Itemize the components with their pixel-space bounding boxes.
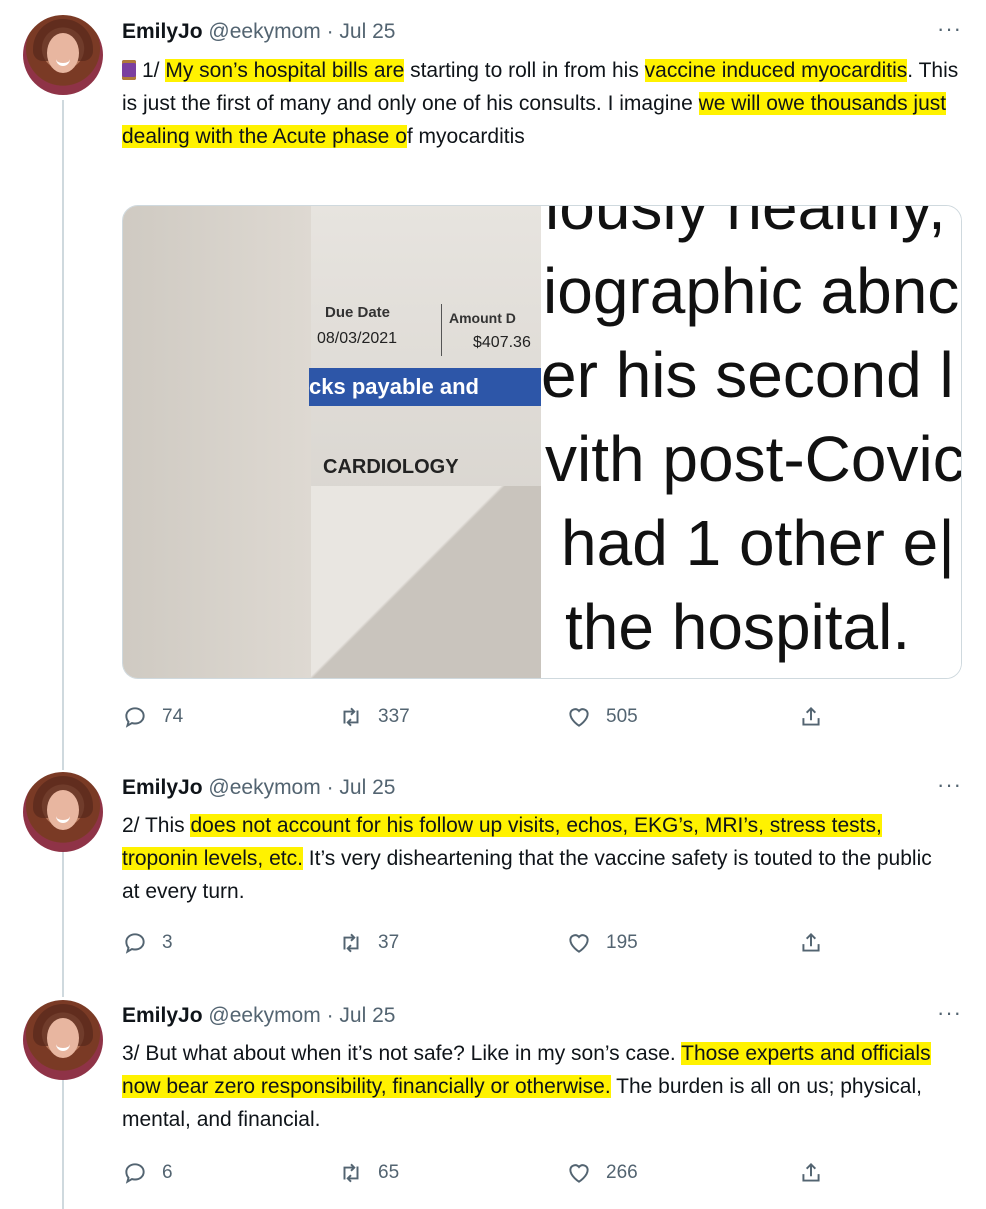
reply-button[interactable]: 3 bbox=[122, 928, 173, 958]
tweet-actions: 74 337 505 bbox=[122, 702, 842, 732]
retweet-count: 37 bbox=[378, 932, 400, 953]
retweet-count: 337 bbox=[378, 706, 410, 727]
bill-due-date-label: Due Date bbox=[325, 304, 391, 321]
tweet-date[interactable]: Jul 25 bbox=[339, 776, 395, 799]
tweet-text: 3/ But what about when it’s not safe? Li… bbox=[122, 1042, 931, 1131]
retweet-button[interactable]: 65 bbox=[338, 1158, 399, 1188]
more-options-icon[interactable]: ··· bbox=[937, 1000, 962, 1026]
retweet-button[interactable]: 337 bbox=[338, 702, 410, 732]
document-line: er his second l bbox=[541, 339, 954, 411]
tweet-header: EmilyJo @eekymom · Jul 25 bbox=[122, 1002, 395, 1030]
highlighted-text: My son’s hospital bills are bbox=[165, 59, 405, 82]
document-line: iously healthy, bbox=[545, 206, 946, 243]
tweet-date[interactable]: Jul 25 bbox=[339, 1004, 395, 1027]
reply-icon bbox=[125, 1163, 145, 1184]
document-line: iographic abnc bbox=[543, 255, 960, 327]
heart-icon bbox=[569, 1164, 589, 1183]
bill-payable-banner: cks payable and bbox=[309, 368, 541, 406]
share-button[interactable] bbox=[798, 928, 838, 958]
reply-count: 3 bbox=[162, 932, 173, 953]
retweet-icon bbox=[343, 933, 359, 953]
reply-count: 6 bbox=[162, 1162, 173, 1183]
tweet-2[interactable]: EmilyJo @eekymom · Jul 25 ··· 2/ This do… bbox=[0, 760, 986, 990]
retweet-icon bbox=[343, 1163, 359, 1183]
thread-spool-icon bbox=[122, 60, 136, 80]
bill-due-date: 08/03/2021 bbox=[317, 330, 398, 347]
tweet-actions: 6 65 266 bbox=[122, 1158, 842, 1188]
bill-department: CARDIOLOGY bbox=[323, 456, 459, 478]
share-button[interactable] bbox=[798, 702, 838, 732]
reply-icon bbox=[125, 933, 145, 954]
more-options-icon[interactable]: ··· bbox=[937, 772, 962, 798]
share-icon bbox=[802, 706, 820, 726]
like-count: 505 bbox=[606, 706, 638, 727]
tweet-date[interactable]: Jul 25 bbox=[339, 20, 395, 43]
share-icon bbox=[802, 1162, 820, 1182]
user-handle[interactable]: @eekymom bbox=[208, 776, 320, 799]
tweet-text: 1/ My son’s hospital bills are starting … bbox=[122, 59, 959, 148]
document-line: the hospital. bbox=[565, 591, 911, 663]
heart-icon bbox=[569, 708, 589, 727]
highlighted-text: vaccine induced myocarditis bbox=[644, 59, 908, 82]
display-name[interactable]: EmilyJo bbox=[122, 20, 203, 43]
tweet-header: EmilyJo @eekymom · Jul 25 bbox=[122, 18, 395, 46]
separator-dot: · bbox=[326, 776, 334, 799]
document-excerpt-image[interactable]: iously healthy, iographic abnc er his se… bbox=[541, 206, 961, 678]
tweet-header: EmilyJo @eekymom · Jul 25 bbox=[122, 774, 395, 802]
retweet-button[interactable]: 37 bbox=[338, 928, 399, 958]
tweet-media-image[interactable]: Due Date 08/03/2021 Amount D $407.36 cks… bbox=[122, 205, 962, 679]
document-line: vith post-Covic bbox=[545, 423, 961, 495]
document-line: had 1 other e| bbox=[561, 507, 955, 579]
tweet-3[interactable]: EmilyJo @eekymom · Jul 25 ··· 3/ But wha… bbox=[0, 990, 986, 1209]
like-count: 266 bbox=[606, 1162, 638, 1183]
avatar[interactable] bbox=[23, 15, 103, 95]
user-handle[interactable]: @eekymom bbox=[208, 20, 320, 43]
hospital-bill-photo[interactable]: Due Date 08/03/2021 Amount D $407.36 cks… bbox=[123, 206, 541, 678]
heart-icon bbox=[569, 934, 589, 953]
avatar[interactable] bbox=[23, 772, 103, 852]
reply-icon bbox=[125, 707, 145, 728]
bill-amount: $407.36 bbox=[473, 334, 531, 351]
like-button[interactable]: 266 bbox=[566, 1158, 638, 1188]
avatar[interactable] bbox=[23, 1000, 103, 1080]
retweet-icon bbox=[343, 707, 359, 727]
retweet-count: 65 bbox=[378, 1162, 400, 1183]
like-count: 195 bbox=[606, 932, 638, 953]
tweet-text: 2/ This does not account for his follow … bbox=[122, 814, 932, 903]
tweet-1[interactable]: EmilyJo @eekymom · Jul 25 ··· 1/ My son’… bbox=[0, 0, 986, 760]
share-button[interactable] bbox=[798, 1158, 838, 1188]
tweet-actions: 3 37 195 bbox=[122, 928, 842, 958]
user-handle[interactable]: @eekymom bbox=[208, 1004, 320, 1027]
separator-dot: · bbox=[326, 20, 334, 43]
display-name[interactable]: EmilyJo bbox=[122, 1004, 203, 1027]
reply-count: 74 bbox=[162, 706, 184, 727]
more-options-icon[interactable]: ··· bbox=[937, 16, 962, 42]
separator-dot: · bbox=[326, 1004, 334, 1027]
display-name[interactable]: EmilyJo bbox=[122, 776, 203, 799]
reply-button[interactable]: 6 bbox=[122, 1158, 173, 1188]
like-button[interactable]: 195 bbox=[566, 928, 638, 958]
like-button[interactable]: 505 bbox=[566, 702, 638, 732]
share-icon bbox=[802, 932, 820, 952]
bill-amount-label: Amount D bbox=[449, 310, 516, 326]
reply-button[interactable]: 74 bbox=[122, 702, 183, 732]
